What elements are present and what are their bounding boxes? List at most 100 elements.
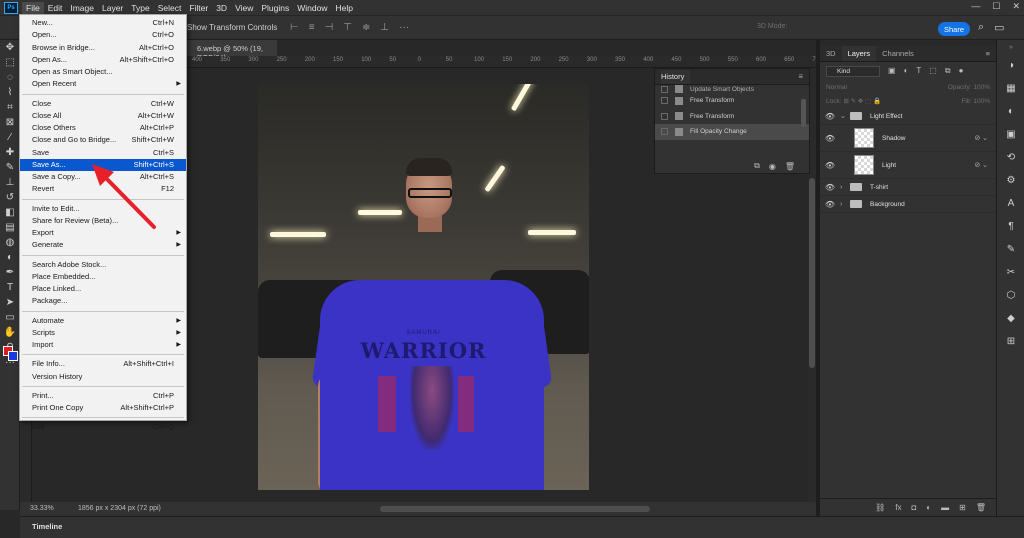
menu-item-browse-in-bridge[interactable]: Browse in Bridge... Alt+Ctrl+O xyxy=(20,42,186,54)
fill-field[interactable]: 100% xyxy=(973,98,990,105)
menu-item-print-one-copy[interactable]: Print One Copy Alt+Shift+Ctrl+P xyxy=(20,402,186,414)
add-mask-icon[interactable]: ◘ xyxy=(911,503,916,512)
layer-effects-icon[interactable]: ⊘ ⌄ xyxy=(974,161,988,169)
visibility-eye-icon[interactable]: 👁 xyxy=(820,183,840,192)
filter-toggle-icon[interactable]: ● xyxy=(959,66,964,76)
character-panel-icon[interactable]: A xyxy=(997,192,1024,215)
fx-icon[interactable]: fx xyxy=(895,503,901,512)
paragraph-panel-icon[interactable]: ¶ xyxy=(997,215,1024,238)
visibility-eye-icon[interactable]: 👁 xyxy=(820,134,840,143)
menu-item-open-as-smart-object[interactable]: Open as Smart Object... xyxy=(20,66,186,78)
dodge-tool-icon[interactable]: ◐ xyxy=(0,250,20,265)
styles-panel-icon[interactable]: ⬡ xyxy=(997,284,1024,307)
menu-plugins[interactable]: Plugins xyxy=(257,2,293,14)
show-transform-controls-checkbox[interactable]: Show Transform Controls xyxy=(187,23,277,32)
layer-effects-icon[interactable]: ⊘ ⌄ xyxy=(974,134,988,142)
minimize-icon[interactable]: — xyxy=(971,1,980,12)
blur-tool-icon[interactable]: ◍ xyxy=(0,235,20,250)
workspace-icon[interactable]: ▭ xyxy=(994,21,1004,34)
menu-item-new[interactable]: New... Ctrl+N xyxy=(20,17,186,29)
chevron-right-icon[interactable]: › xyxy=(840,184,850,191)
menu-layer[interactable]: Layer xyxy=(98,2,127,14)
new-group-icon[interactable]: ▬ xyxy=(941,503,949,512)
menu-select[interactable]: Select xyxy=(154,2,186,14)
menu-item-invite-to-edit[interactable]: Invite to Edit... xyxy=(20,203,186,215)
type-filter-icon[interactable]: T xyxy=(916,66,921,76)
document-image[interactable]: SAMURAI WARRIOR xyxy=(258,84,589,490)
chevron-down-icon[interactable]: ⌄ xyxy=(840,112,850,120)
menu-item-generate[interactable]: Generate ▶ xyxy=(20,239,186,251)
history-brush-source-checkbox[interactable] xyxy=(661,97,668,105)
menu-item-package[interactable]: Package... xyxy=(20,295,186,307)
timeline-tab[interactable]: Timeline xyxy=(32,522,62,531)
libraries-panel-icon[interactable]: ▣ xyxy=(997,123,1024,146)
brush-tool-icon[interactable]: ✎ xyxy=(0,160,20,175)
align-center-icon[interactable]: ≡ xyxy=(309,22,315,33)
tab-3d[interactable]: 3D xyxy=(820,46,842,61)
history-brush-source-checkbox[interactable] xyxy=(661,112,668,120)
history-brush-source-checkbox[interactable] xyxy=(661,128,668,136)
shape-filter-icon[interactable]: ⬚ xyxy=(929,66,937,76)
menu-item-exit[interactable]: Exit Ctrl+Q xyxy=(20,421,186,433)
link-layers-icon[interactable]: ⛓ xyxy=(875,503,885,512)
brush-panel-icon[interactable]: ✎ xyxy=(997,238,1024,261)
menu-filter[interactable]: Filter xyxy=(185,2,212,14)
eyedropper-tool-icon[interactable]: ⁄ xyxy=(0,130,20,145)
search-icon[interactable]: ⌕ xyxy=(978,21,984,34)
frame-tool-icon[interactable]: ⊠ xyxy=(0,115,20,130)
visibility-eye-icon[interactable]: 👁 xyxy=(820,200,840,209)
path-selection-tool-icon[interactable]: ➤ xyxy=(0,295,20,310)
menu-item-scripts[interactable]: Scripts ▶ xyxy=(20,327,186,339)
new-document-from-state-icon[interactable]: ⧉ xyxy=(754,161,760,171)
swatches-panel-icon[interactable]: ▦ xyxy=(997,77,1024,100)
collapse-panels-icon[interactable]: » xyxy=(997,40,1024,54)
menu-item-close-others[interactable]: Close Others Alt+Ctrl+P xyxy=(20,122,186,134)
layer-name[interactable]: Light Effect xyxy=(870,113,902,120)
menu-item-open-recent[interactable]: Open Recent ▶ xyxy=(20,78,186,90)
menu-item-open[interactable]: Open... Ctrl+O xyxy=(20,29,186,41)
layer-thumbnail[interactable] xyxy=(854,128,874,148)
menu-item-search-adobe-stock[interactable]: Search Adobe Stock... xyxy=(20,259,186,271)
pen-tool-icon[interactable]: ✒ xyxy=(0,265,20,280)
tab-layers[interactable]: Layers xyxy=(841,46,877,61)
menu-item-file-info[interactable]: File Info... Alt+Shift+Ctrl+I xyxy=(20,358,186,370)
layer-thumbnail[interactable] xyxy=(854,155,874,175)
filter-kind-select[interactable]: Kind xyxy=(826,65,880,77)
menu-item-save-as[interactable]: Save As... Shift+Ctrl+S xyxy=(20,158,186,171)
hand-tool-icon[interactable]: ✋ xyxy=(0,325,20,340)
layer-row-shadow[interactable]: 👁 Shadow ⊘ ⌄ xyxy=(820,125,996,152)
blend-mode-select[interactable]: Normal xyxy=(826,84,847,91)
trash-icon[interactable]: 🗑 xyxy=(785,162,795,171)
history-brush-source-checkbox[interactable] xyxy=(661,86,668,93)
menu-3d[interactable]: 3D xyxy=(212,2,231,14)
align-middle-icon[interactable]: ≑ xyxy=(362,22,370,33)
chevron-right-icon[interactable]: › xyxy=(840,201,850,208)
lasso-tool-icon[interactable]: ◌ xyxy=(0,70,20,85)
history-brush-tool-icon[interactable]: ↺ xyxy=(0,190,20,205)
snapshot-camera-icon[interactable]: ◉ xyxy=(769,162,776,171)
layer-name[interactable]: T-shirt xyxy=(870,184,888,191)
align-left-icon[interactable]: ⊢ xyxy=(290,22,299,33)
history-state[interactable]: Update Smart Objects xyxy=(655,85,809,93)
layer-name[interactable]: Light xyxy=(882,162,896,169)
visibility-eye-icon[interactable]: 👁 xyxy=(820,161,840,170)
pixel-filter-icon[interactable]: ▣ xyxy=(888,66,896,76)
artboard-tool-icon[interactable]: ⬚ xyxy=(0,55,20,70)
canvas-horizontal-scrollbar[interactable] xyxy=(380,506,650,512)
menu-item-close-all[interactable]: Close All Alt+Ctrl+W xyxy=(20,110,186,122)
adjustment-filter-icon[interactable]: ◐ xyxy=(904,66,909,76)
visibility-eye-icon[interactable]: 👁 xyxy=(820,112,840,121)
crop-tool-icon[interactable]: ⌗ xyxy=(0,100,20,115)
type-tool-icon[interactable]: T xyxy=(0,280,20,295)
tools-panel-icon[interactable]: ✂ xyxy=(997,261,1024,284)
trash-icon[interactable]: 🗑 xyxy=(976,503,986,512)
more-options-icon[interactable]: ··· xyxy=(399,22,409,33)
maximize-icon[interactable]: ☐ xyxy=(992,1,1000,12)
menu-item-version-history[interactable]: Version History xyxy=(20,371,186,383)
align-top-icon[interactable]: ⊤ xyxy=(343,22,352,33)
share-button[interactable]: Share xyxy=(938,22,970,36)
history-scrollbar[interactable] xyxy=(801,99,806,127)
menu-item-revert[interactable]: Revert F12 xyxy=(20,183,186,195)
history-tab[interactable]: History xyxy=(661,69,691,84)
smart-object-filter-icon[interactable]: ⧉ xyxy=(945,66,951,76)
